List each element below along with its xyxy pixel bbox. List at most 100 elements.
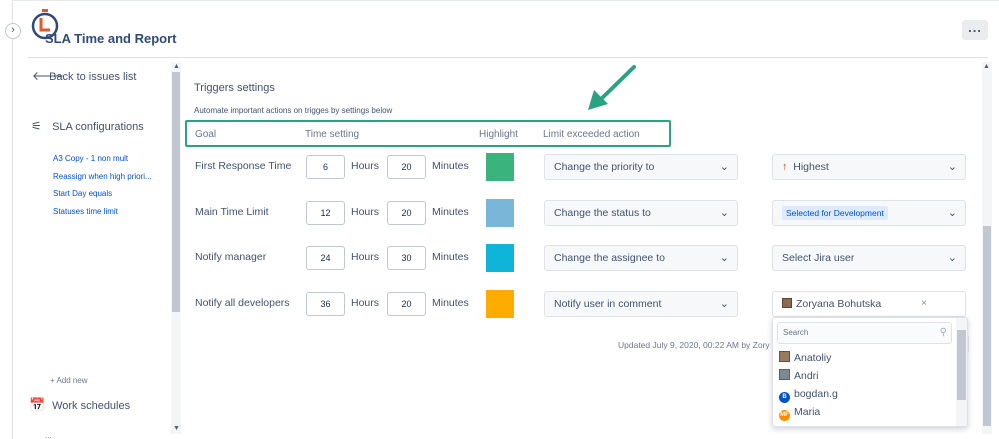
- jira-user-placeholder: Select Jira user: [782, 252, 855, 264]
- app-title: SLA Time and Report: [45, 31, 177, 46]
- calendar-icon: 📅: [29, 397, 46, 412]
- minutes-input[interactable]: 30: [387, 246, 426, 270]
- back-to-issues-link[interactable]: 🡐 Back to issues list: [32, 68, 136, 83]
- sla-config-list: A3 Copy - 1 non mult Reassign when high …: [53, 154, 152, 224]
- action-select[interactable]: Change the status to ⌄: [544, 200, 738, 226]
- expand-sidebar-chevron-icon[interactable]: ›: [5, 23, 21, 39]
- user-avatar: B: [779, 392, 790, 403]
- highlight-color-swatch[interactable]: [486, 290, 514, 318]
- action-select-value: Change the priority to: [554, 161, 655, 173]
- header-divider: [28, 57, 988, 58]
- more-actions-button[interactable]: ...: [962, 20, 988, 40]
- trigger-goal: Main Time Limit: [195, 206, 269, 218]
- sla-configurations-section[interactable]: ⚟ SLA configurations: [31, 119, 144, 133]
- user-avatar: MF: [779, 410, 790, 421]
- sla-config-item[interactable]: Reassign when high priori...: [53, 172, 152, 190]
- triggers-title: Triggers settings: [194, 82, 275, 94]
- minutes-label: Minutes: [432, 251, 469, 263]
- user-avatar: [779, 369, 790, 380]
- hours-input[interactable]: 24: [306, 246, 345, 270]
- sidebar-scrollbar-thumb[interactable]: [172, 72, 180, 312]
- status-lozenge: Selected for Development: [782, 206, 888, 220]
- column-header-action: Limit exceeded action: [543, 129, 640, 140]
- user-avatar: [779, 351, 790, 362]
- chevron-down-icon: ⌄: [947, 252, 957, 264]
- top-border: [12, 0, 999, 1]
- user-option-name: bogdan.g: [794, 388, 838, 400]
- highlight-color-swatch[interactable]: [486, 153, 514, 181]
- back-link-label: Back to issues list: [49, 71, 137, 83]
- minutes-input[interactable]: 20: [387, 292, 426, 316]
- hours-label: Hours: [351, 160, 380, 172]
- updated-info: Updated July 9, 2020, 00:22 AM by Zory: [618, 340, 770, 350]
- minutes-label: Minutes: [432, 206, 469, 218]
- user-multi-select[interactable]: Zoryana Bohutska ×: [772, 291, 966, 317]
- sla-config-item[interactable]: A3 Copy - 1 non mult: [53, 154, 152, 172]
- minutes-label: Minutes: [432, 297, 469, 309]
- action-value-select[interactable]: Selected for Development ⌄: [772, 200, 966, 226]
- sla-config-item[interactable]: Start Day equals: [53, 189, 152, 207]
- user-avatar: [782, 298, 792, 308]
- hours-input[interactable]: 36: [306, 292, 345, 316]
- sla-section-label: SLA configurations: [52, 121, 144, 133]
- action-select[interactable]: Change the assignee to ⌄: [544, 245, 738, 271]
- minutes-input[interactable]: 20: [387, 155, 426, 179]
- hours-label: Hours: [351, 297, 380, 309]
- chevron-down-icon: ⌄: [719, 161, 729, 173]
- hours-input[interactable]: 12: [306, 201, 345, 225]
- user-option[interactable]: Bbogdan.g: [779, 388, 838, 403]
- main-scroll-up-icon[interactable]: ▲: [983, 63, 990, 70]
- left-border: [12, 0, 13, 439]
- action-select-value: Change the assignee to: [554, 252, 665, 264]
- up-arrow-icon: ↑: [782, 161, 788, 173]
- annotation-arrow-icon: [588, 65, 636, 110]
- column-header-highlight: Highlight: [479, 129, 518, 140]
- work-schedules-label: Work schedules: [52, 400, 131, 412]
- dropdown-scrollbar-thumb[interactable]: [957, 330, 966, 400]
- trigger-goal: Notify manager: [195, 251, 267, 263]
- chevron-down-icon: ⌄: [719, 252, 729, 264]
- hours-label: Hours: [351, 251, 380, 263]
- add-new-link[interactable]: + Add new: [50, 376, 88, 385]
- sliders-icon: ⚟: [31, 119, 42, 133]
- minutes-label: Minutes: [432, 160, 469, 172]
- chevron-down-icon: ⌄: [947, 207, 957, 219]
- column-header-goal: Goal: [195, 129, 217, 140]
- user-dropdown: Search ⚲ Anatoliy Andri Bbogdan.g MF Mari…: [772, 317, 968, 427]
- highlight-color-swatch[interactable]: [486, 199, 514, 227]
- clear-icon[interactable]: ×: [921, 292, 927, 316]
- user-option[interactable]: Andri: [779, 369, 819, 382]
- user-option-name: Andri: [794, 370, 819, 382]
- sidebar-scroll-down-icon[interactable]: ▼: [173, 425, 180, 432]
- trigger-goal: First Response Time: [195, 160, 292, 172]
- action-select[interactable]: Notify user in comment ⌄: [544, 291, 738, 317]
- chevron-down-icon: ⌄: [719, 207, 729, 219]
- action-select-value: Change the status to: [554, 207, 651, 219]
- minutes-input[interactable]: 20: [387, 201, 426, 225]
- action-select[interactable]: Change the priority to ⌄: [544, 154, 738, 180]
- action-value-select[interactable]: ↑ Highest ⌄: [772, 154, 966, 180]
- user-option[interactable]: Anatoliy: [779, 351, 831, 364]
- highlight-color-swatch[interactable]: [486, 244, 514, 272]
- main-scrollbar-thumb[interactable]: [983, 226, 991, 426]
- priority-value: Highest: [793, 161, 829, 173]
- user-option-name: Anatoliy: [794, 352, 832, 364]
- hours-label: Hours: [351, 206, 380, 218]
- user-option[interactable]: MF Maria: [779, 406, 820, 421]
- user-option-name: Maria: [794, 406, 821, 418]
- trigger-goal: Notify all developers: [195, 297, 290, 309]
- hours-input[interactable]: 6: [306, 155, 345, 179]
- action-select-value: Notify user in comment: [554, 298, 662, 310]
- jira-user-select[interactable]: Select Jira user ⌄: [772, 245, 966, 271]
- chevron-down-icon: ⌄: [719, 298, 729, 310]
- column-header-time-setting: Time setting: [305, 129, 360, 140]
- chevron-down-icon: ⌄: [947, 161, 957, 173]
- user-search-input[interactable]: Search ⚲: [777, 322, 952, 344]
- sla-config-item[interactable]: Statuses time limit: [53, 207, 152, 225]
- triggers-subtitle: Automate important actions on trigges by…: [194, 106, 393, 115]
- selected-user-name: Zoryana Bohutska: [796, 298, 882, 310]
- next-section-hint: ...: [45, 431, 52, 439]
- sidebar-scroll-up-icon[interactable]: ▲: [173, 63, 180, 70]
- search-placeholder: Search: [783, 328, 809, 337]
- work-schedules-section[interactable]: 📅 Work schedules: [29, 397, 130, 413]
